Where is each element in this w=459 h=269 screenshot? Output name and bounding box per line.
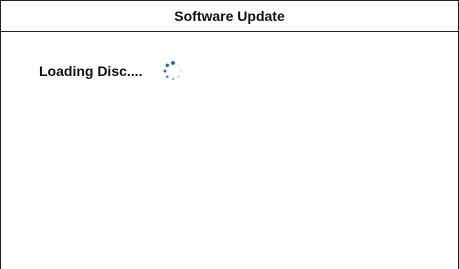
loading-status: Loading Disc....	[39, 60, 184, 82]
loading-text: Loading Disc....	[39, 63, 143, 79]
loading-spinner-icon	[162, 60, 184, 82]
window-content: Loading Disc....	[1, 32, 458, 269]
software-update-window: Software Update Loading Disc....	[0, 0, 459, 269]
window-title: Software Update	[174, 8, 285, 24]
window-titlebar: Software Update	[1, 1, 458, 32]
